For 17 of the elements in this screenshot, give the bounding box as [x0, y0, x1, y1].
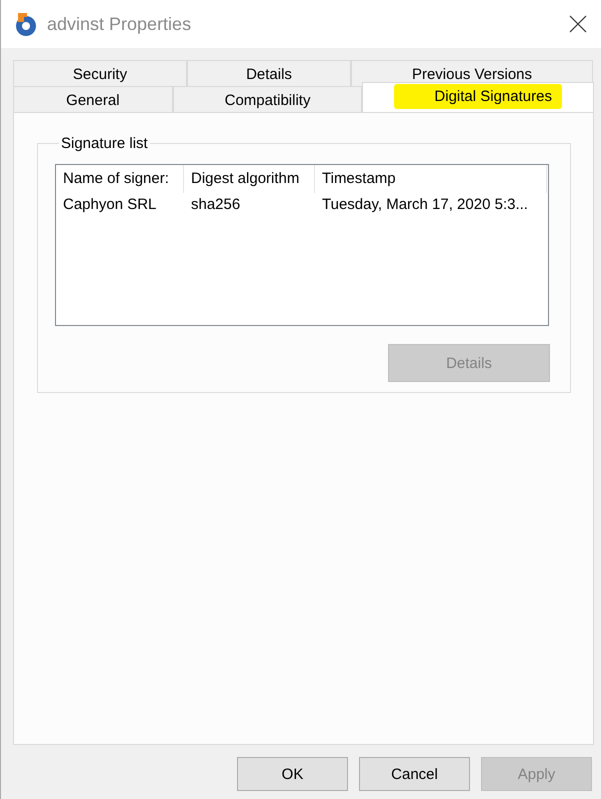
table-cell[interactable]: sha256	[184, 193, 315, 216]
column-header[interactable]: Digest algorithm	[184, 165, 315, 193]
group-title: Signature list	[60, 135, 149, 152]
close-icon[interactable]	[569, 15, 587, 33]
dialog-button[interactable]: OK	[237, 757, 348, 791]
dialog-button[interactable]: Cancel	[359, 757, 470, 791]
tab[interactable]: Compatibility	[172, 86, 362, 112]
column-header[interactable]: Name of signer:	[56, 165, 184, 193]
column-header[interactable]: Timestamp	[315, 165, 547, 193]
window-title: advinst Properties	[47, 14, 192, 34]
table-cell[interactable]: Tuesday, March 17, 2020 5:3...	[315, 193, 547, 216]
tab[interactable]: Details	[187, 60, 351, 86]
tab[interactable]: Security	[13, 60, 187, 86]
tab[interactable]: Digital Signatures	[362, 82, 594, 112]
table-cell[interactable]: Caphyon SRL	[56, 193, 184, 216]
tab[interactable]: General	[13, 86, 173, 112]
app-icon	[13, 11, 39, 37]
